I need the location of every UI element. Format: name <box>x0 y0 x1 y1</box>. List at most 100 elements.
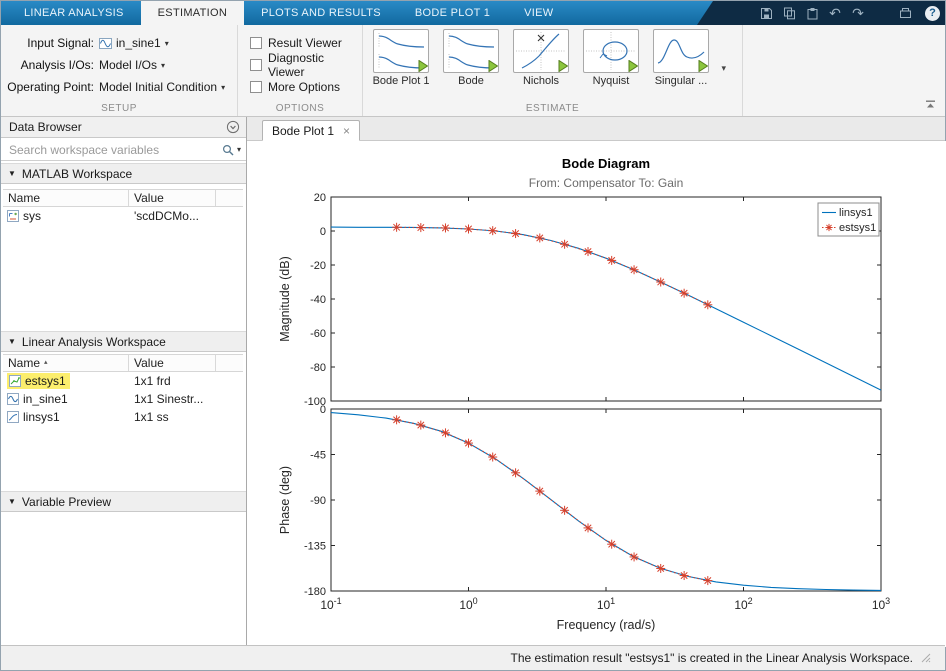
variable-name: estsys1 <box>25 374 66 388</box>
column-header-value[interactable]: Value <box>129 190 216 206</box>
gallery-item-singular-values[interactable]: Singular ... <box>649 29 713 87</box>
setup-section: Input Signal: in_sine1 ▾ Analysis I/Os: … <box>1 25 238 116</box>
sort-ascending-icon: ▴ <box>44 359 48 366</box>
svg-text:-135: -135 <box>304 541 326 553</box>
gallery-item-label: Bode <box>458 75 484 87</box>
chevron-down-icon: ▾ <box>164 38 169 48</box>
tab-estimation[interactable]: ESTIMATION <box>140 1 245 25</box>
simulink-model-icon <box>7 210 19 222</box>
estimate-section: Bode Plot 1 Bode Nichols Nyquist Singula… <box>363 25 743 116</box>
search-input[interactable] <box>1 142 222 157</box>
quick-access-toolbar: ↶ ↷ ? <box>757 1 940 25</box>
collapse-ribbon-button[interactable] <box>925 98 936 112</box>
status-message: The estimation result "estsys1" is creat… <box>510 651 913 665</box>
result-viewer-checkbox[interactable] <box>250 37 262 49</box>
document-tab-bode-plot-1[interactable]: Bode Plot 1 × <box>262 120 361 141</box>
svg-text:102: 102 <box>734 596 752 612</box>
statespace-variable-icon <box>7 411 19 423</box>
analysis-ios-dropdown[interactable]: Model I/Os ▾ <box>99 58 165 72</box>
close-tab-icon[interactable]: × <box>343 125 350 137</box>
linear-workspace-title: Linear Analysis Workspace <box>21 334 166 349</box>
data-browser-header: Data Browser <box>1 117 246 138</box>
variable-preview-title: Variable Preview <box>21 494 112 509</box>
paste-icon[interactable] <box>803 4 821 22</box>
estsys1-curve <box>396 419 708 582</box>
setup-section-label: SETUP <box>101 103 137 114</box>
more-options-label: More Options <box>268 80 341 94</box>
tab-plots-and-results[interactable]: PLOTS AND RESULTS <box>244 1 398 25</box>
phase-plot: 0 -45 -90 -135 -180 Phase (deg) <box>278 404 882 598</box>
matlab-workspace-header[interactable]: ▼ MATLAB Workspace <box>1 163 246 184</box>
input-signal-field: Input Signal: in_sine1 ▾ <box>1 33 169 53</box>
variable-name: sys <box>23 209 41 223</box>
input-signal-label: Input Signal: <box>27 36 94 50</box>
gallery-item-label: Bode Plot 1 <box>372 75 430 87</box>
run-estimation-play-icon <box>698 60 708 72</box>
estimate-section-label: ESTIMATE <box>525 103 580 114</box>
legend[interactable]: linsys1 estsys1 <box>817 202 880 237</box>
save-icon[interactable] <box>757 4 775 22</box>
gallery-item-nichols[interactable]: Nichols <box>509 29 573 87</box>
tab-linear-analysis[interactable]: LINEAR ANALYSIS <box>7 1 141 25</box>
search-icon[interactable] <box>222 144 234 156</box>
chevron-down-icon: ▾ <box>221 82 226 92</box>
redo-icon[interactable]: ↷ <box>849 4 867 22</box>
svg-text:100: 100 <box>459 596 477 612</box>
diagnostic-viewer-checkbox[interactable] <box>250 59 262 71</box>
column-header-value[interactable]: Value <box>129 355 216 371</box>
collapse-section-icon: ▼ <box>8 337 16 346</box>
gallery-item-label: Singular ... <box>654 75 708 87</box>
variable-value: 1x1 frd <box>134 374 171 388</box>
magnitude-plot: 200-20-40-60-80-100Magnitude (dB) <box>278 192 882 408</box>
more-options-checkbox[interactable] <box>250 81 262 93</box>
gallery-item-nyquist[interactable]: Nyquist <box>579 29 643 87</box>
variable-value: 1x1 ss <box>134 410 169 424</box>
more-options-option[interactable]: More Options <box>250 78 340 96</box>
bode-diagram-canvas: Bode Diagram From: Compensator To: Gain 20… <box>247 141 946 647</box>
data-browser-title: Data Browser <box>9 120 82 134</box>
y-axis-label: Phase (deg) <box>278 466 292 534</box>
column-header-name[interactable]: Name ▴ <box>3 355 129 371</box>
legend-entry: estsys1 <box>839 222 876 234</box>
gallery-item-label: Nichols <box>522 75 560 87</box>
table-row-sys[interactable]: sys 'scdDCMo... <box>3 207 243 225</box>
gallery-dropdown-icon[interactable]: ▾ <box>721 63 726 74</box>
chart-title: Bode Diagram <box>562 156 650 171</box>
input-signal-dropdown[interactable]: in_sine1 ▾ <box>99 36 169 50</box>
chevron-down-icon: ▾ <box>161 60 166 70</box>
panel-menu-icon[interactable] <box>226 120 240 134</box>
sine-signal-icon <box>7 393 19 405</box>
tab-view[interactable]: VIEW <box>507 1 570 25</box>
variable-preview-header[interactable]: ▼ Variable Preview <box>1 491 246 512</box>
workspace-search-box: ▾ <box>1 139 246 161</box>
tab-bode-plot-1[interactable]: BODE PLOT 1 <box>398 1 507 25</box>
svg-text:-180: -180 <box>304 586 326 598</box>
undo-icon[interactable]: ↶ <box>826 4 844 22</box>
table-row-linsys1[interactable]: linsys1 1x1 ss <box>3 408 243 426</box>
search-options-dropdown-icon[interactable]: ▾ <box>237 145 241 154</box>
operating-point-label: Operating Point: <box>7 80 94 94</box>
document-tab-label: Bode Plot 1 <box>272 123 335 138</box>
table-row-estsys1[interactable]: estsys1 1x1 frd <box>3 372 243 390</box>
linear-workspace-table: Name ▴ Value estsys1 1x1 frd in_sine1 1x… <box>3 354 243 426</box>
options-section: Result Viewer Diagnostic Viewer More Opt… <box>238 25 363 116</box>
gallery-item-bode-plot-1[interactable]: Bode Plot 1 <box>369 29 433 87</box>
linear-workspace-header[interactable]: ▼ Linear Analysis Workspace <box>1 331 246 352</box>
column-header-name[interactable]: Name <box>3 190 129 206</box>
help-icon[interactable]: ? <box>925 5 940 21</box>
table-row-in-sine1[interactable]: in_sine1 1x1 Sinestr... <box>3 390 243 408</box>
estsys1-curve <box>396 226 709 306</box>
gallery-item-bode[interactable]: Bode <box>439 29 503 87</box>
operating-point-dropdown[interactable]: Model Initial Condition ▾ <box>99 80 225 94</box>
result-viewer-option[interactable]: Result Viewer <box>250 34 342 52</box>
collapse-ribbon-icon <box>926 100 935 108</box>
column-header-extra <box>216 190 243 206</box>
svg-text:-40: -40 <box>310 294 326 306</box>
svg-text:-80: -80 <box>310 362 326 374</box>
run-estimation-play-icon <box>488 60 498 72</box>
resize-grip[interactable] <box>921 653 931 663</box>
snapshot-icon[interactable] <box>896 4 914 22</box>
chart-subtitle: From: Compensator To: Gain <box>529 176 684 190</box>
diagnostic-viewer-option[interactable]: Diagnostic Viewer <box>250 51 362 79</box>
copy-icon[interactable] <box>780 4 798 22</box>
